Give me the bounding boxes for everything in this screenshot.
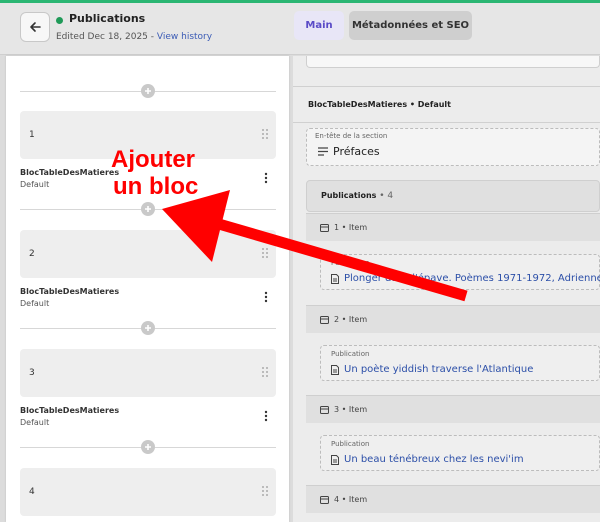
- plus-icon: [145, 444, 151, 450]
- annotation-line-2: un bloc: [113, 173, 199, 200]
- block-card[interactable]: 3: [20, 349, 276, 397]
- block-number: 4: [29, 487, 35, 497]
- page-title: Publications: [69, 12, 146, 25]
- add-block-button[interactable]: [141, 84, 155, 98]
- item-label: 1 • Item: [334, 223, 368, 232]
- publication-title: Un poète yiddish traverse l'Atlantique: [344, 364, 534, 375]
- list-title-text: Publications: [321, 191, 377, 200]
- tab-metadata-seo[interactable]: Métadonnées et SEO: [349, 11, 472, 40]
- publication-title: Plonger dans l'épave. Poèmes 1971-1972, …: [344, 273, 600, 284]
- plus-icon: [145, 325, 151, 331]
- block-variant: Default: [20, 299, 50, 308]
- list-item-body: Publication Un beau ténébreux chez les n…: [306, 423, 600, 485]
- item-label: 4 • Item: [334, 495, 368, 504]
- list-item-header[interactable]: 1 • Item: [306, 213, 600, 241]
- publication-field[interactable]: Publication Un beau ténébreux chez les n…: [320, 435, 600, 471]
- list-item-header[interactable]: 4 • Item: [306, 485, 600, 513]
- text-lines-icon: [318, 147, 328, 156]
- field-label: Publication: [331, 350, 370, 358]
- block-title: BlocTableDesMatieres • Default: [308, 100, 451, 109]
- publication-field[interactable]: Publication Un poète yiddish traverse l'…: [320, 345, 600, 381]
- list-count: • 4: [379, 191, 394, 201]
- block-number: 1: [29, 130, 35, 140]
- block-card[interactable]: 2: [20, 230, 276, 278]
- more-options-icon[interactable]: [264, 410, 268, 422]
- item-icon: [320, 224, 329, 232]
- arrow-left-icon: [30, 22, 41, 32]
- document-icon: [331, 454, 339, 465]
- add-block-button[interactable]: [141, 440, 155, 454]
- block-list-panel: 1 BlocTableDesMatieres Default 2 BlocTab…: [6, 56, 289, 522]
- add-block-button[interactable]: [141, 321, 155, 335]
- block-editor-panel: BlocTableDesMatieres • Default En-tête d…: [293, 56, 600, 522]
- block-name: BlocTableDesMatieres: [20, 168, 120, 177]
- annotation-label: Ajouter un bloc: [111, 146, 198, 200]
- field-label: En-tête de la section: [315, 132, 388, 140]
- publication-link[interactable]: Plonger dans l'épave. Poèmes 1971-1972, …: [331, 273, 600, 284]
- field-label: Publication: [331, 440, 370, 448]
- block-name: BlocTableDesMatieres: [20, 406, 120, 415]
- document-icon: [331, 364, 339, 375]
- tab-main[interactable]: Main: [294, 11, 344, 40]
- previous-block-box: [306, 56, 600, 68]
- list-title: Publications • 4: [321, 191, 393, 201]
- view-history-link[interactable]: View history: [157, 32, 212, 42]
- drag-handle-icon[interactable]: [262, 367, 268, 377]
- add-block-button[interactable]: [141, 202, 155, 216]
- header: Publications Edited Dec 18, 2025 - View …: [0, 3, 600, 55]
- list-item-header[interactable]: 2 • Item: [306, 305, 600, 333]
- divider: [293, 122, 600, 123]
- drag-handle-icon[interactable]: [262, 486, 268, 496]
- drag-handle-icon[interactable]: [262, 248, 268, 258]
- block-number: 3: [29, 368, 35, 378]
- section-header-value: Préfaces: [333, 145, 380, 158]
- edit-info: Edited Dec 18, 2025 - View history: [56, 32, 212, 42]
- block-card[interactable]: 4: [20, 468, 276, 516]
- list-item-body: Publication Plonger dans l'épave. Poèmes…: [306, 241, 600, 305]
- document-icon: [331, 273, 339, 284]
- item-label: 3 • Item: [334, 405, 368, 414]
- back-button[interactable]: [20, 12, 50, 42]
- block-variant: Default: [20, 180, 50, 189]
- block-variant: Default: [20, 418, 50, 427]
- item-icon: [320, 496, 329, 504]
- annotation-line-1: Ajouter: [111, 146, 195, 173]
- plus-icon: [145, 88, 151, 94]
- more-options-icon[interactable]: [264, 291, 268, 303]
- publication-link[interactable]: Un poète yiddish traverse l'Atlantique: [331, 364, 533, 375]
- item-icon: [320, 316, 329, 324]
- field-label: Publication: [331, 259, 370, 267]
- block-name: BlocTableDesMatieres: [20, 287, 120, 296]
- status-dot: [56, 17, 63, 24]
- item-icon: [320, 406, 329, 414]
- list-item-header[interactable]: 3 • Item: [306, 395, 600, 423]
- section-header-field[interactable]: En-tête de la section Préfaces: [306, 128, 600, 166]
- drag-handle-icon[interactable]: [262, 129, 268, 139]
- publications-list-header: Publications • 4: [306, 180, 600, 212]
- publication-field[interactable]: Publication Plonger dans l'épave. Poèmes…: [320, 254, 600, 290]
- block-number: 2: [29, 249, 35, 259]
- more-options-icon[interactable]: [264, 172, 268, 184]
- plus-icon: [145, 206, 151, 212]
- item-label: 2 • Item: [334, 315, 368, 324]
- publication-title: Un beau ténébreux chez les nevi'im: [344, 454, 524, 465]
- list-item-body: Publication Un poète yiddish traverse l'…: [306, 333, 600, 395]
- divider: [293, 86, 600, 87]
- edited-date: Edited Dec 18, 2025 -: [56, 32, 155, 42]
- field-value: Préfaces: [318, 145, 380, 158]
- publication-link[interactable]: Un beau ténébreux chez les nevi'im: [331, 454, 524, 465]
